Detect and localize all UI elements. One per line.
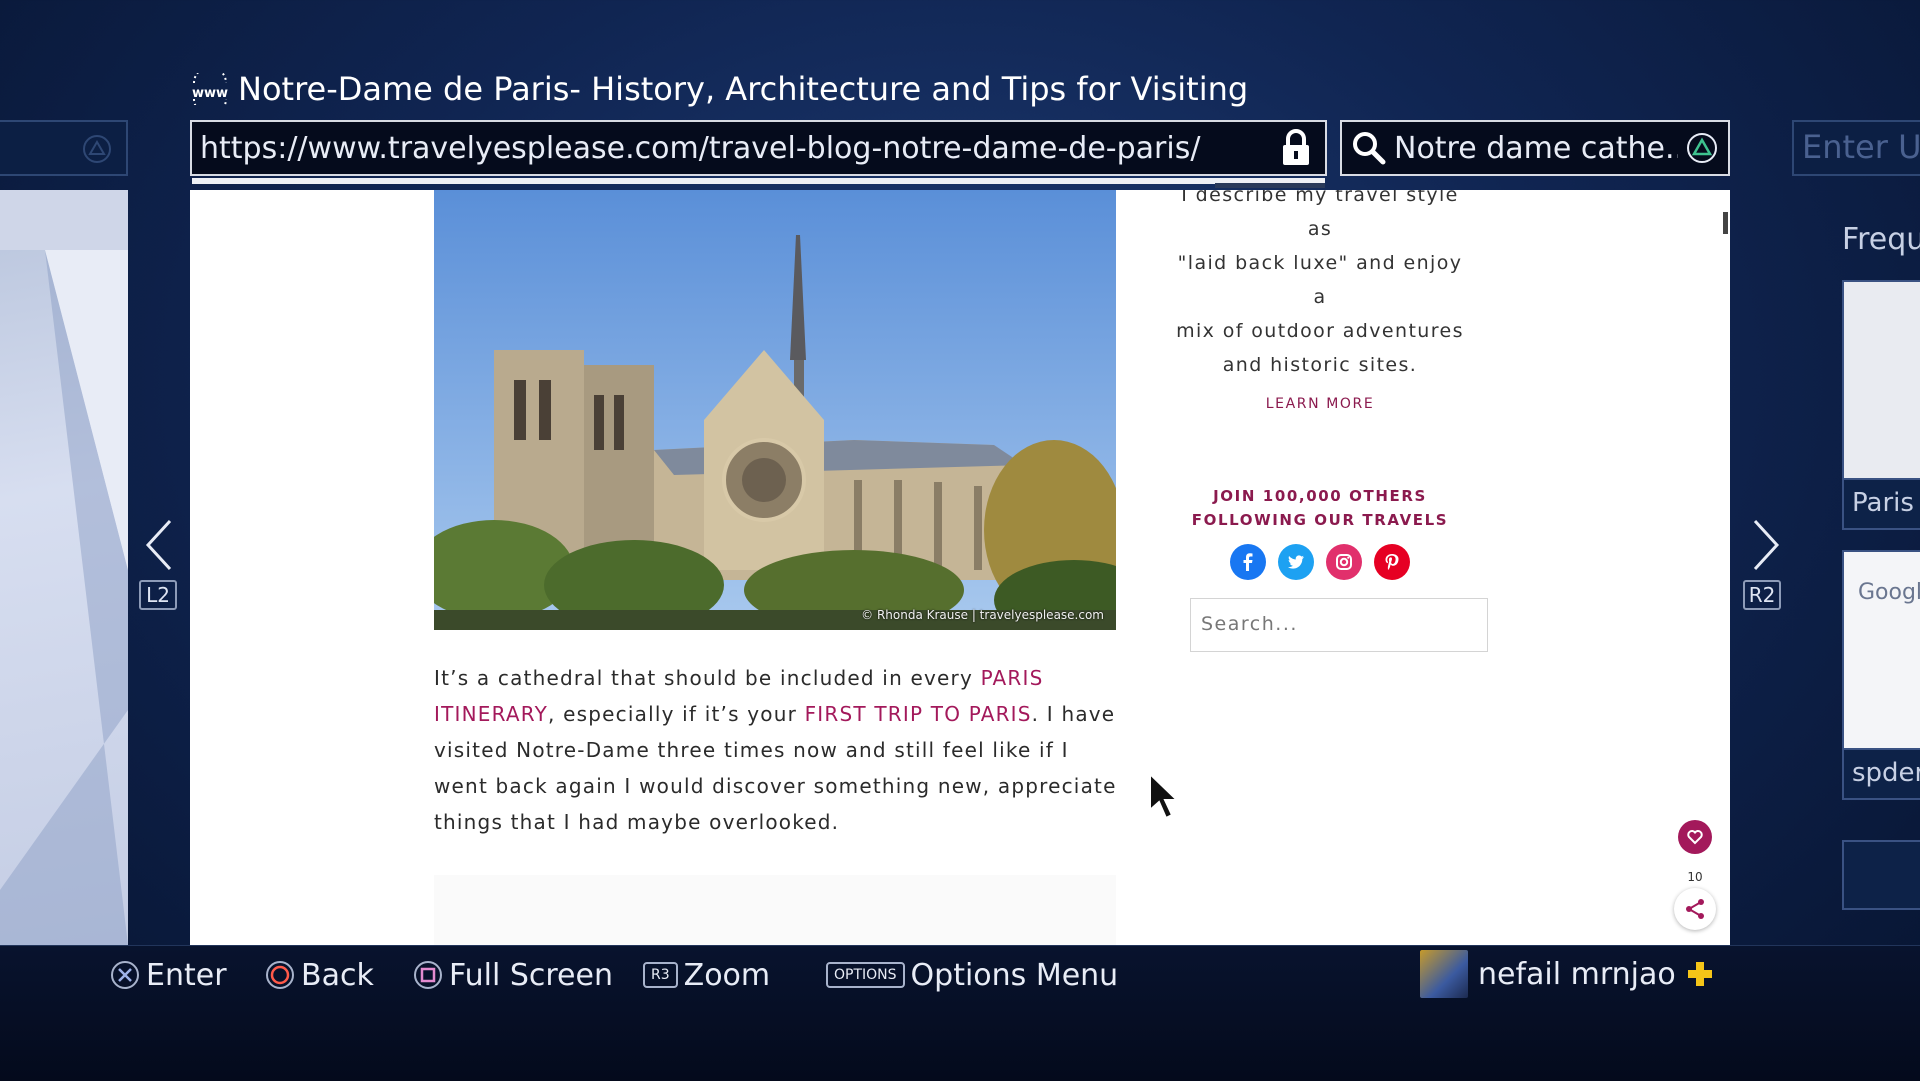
search-icon xyxy=(1353,132,1386,165)
previous-tab-preview[interactable] xyxy=(0,190,128,945)
user-profile: nefail mrnjao xyxy=(1420,950,1714,998)
vertical-scrollbar[interactable] xyxy=(1723,212,1728,234)
content-block-placeholder xyxy=(434,875,1116,945)
article-paragraph: It’s a cathedral that should be included… xyxy=(434,660,1124,840)
circle-button-icon xyxy=(266,961,294,989)
back-hint: Back xyxy=(265,955,374,995)
triangle-button-icon xyxy=(83,135,111,163)
share-button[interactable] xyxy=(1674,888,1716,930)
page-load-progress-fill xyxy=(192,178,1325,184)
frequent-site-thumbnail[interactable] xyxy=(1842,840,1920,910)
frequent-site-label: spder xyxy=(1842,748,1920,800)
lock-icon xyxy=(1283,129,1309,165)
learn-more-link[interactable]: LEARN MORE xyxy=(1170,396,1470,412)
about-line: I describe my travel style as xyxy=(1181,190,1459,240)
horizontal-scroll-indicator xyxy=(1215,183,1325,188)
notre-dame-photo: © Rhonda Krause | travelyesplease.com xyxy=(434,190,1116,630)
options-key-icon: OPTIONS xyxy=(826,962,905,988)
about-line: "laid back luxe" and enjoy a xyxy=(1177,252,1463,308)
svg-text:www: www xyxy=(192,86,228,101)
zoom-label: Zoom xyxy=(683,957,771,993)
triangle-button-icon xyxy=(1687,133,1717,163)
favorite-button[interactable] xyxy=(1678,820,1712,854)
full-screen-hint: Full Screen xyxy=(413,955,613,995)
instagram-icon[interactable] xyxy=(1326,544,1362,580)
image-credit: © Rhonda Krause | travelyesplease.com xyxy=(861,608,1104,622)
facebook-icon[interactable] xyxy=(1230,544,1266,580)
cross-button-icon xyxy=(111,961,139,989)
url-text[interactable]: https://www.travelyesplease.com/travel-b… xyxy=(192,131,1279,166)
join-line: FOLLOWING OUR TRAVELS xyxy=(1191,511,1449,529)
next-tab-chevron-icon[interactable] xyxy=(1745,515,1785,575)
www-globe-icon: www xyxy=(192,73,228,105)
web-page-viewport[interactable]: © Rhonda Krause | travelyesplease.com It… xyxy=(190,190,1730,945)
full-screen-label: Full Screen xyxy=(449,957,613,993)
enter-label: Enter xyxy=(146,957,227,993)
sidebar-search-input[interactable]: Search... xyxy=(1190,598,1488,652)
next-tab-address-bar[interactable]: Enter UR xyxy=(1792,120,1920,176)
r2-key-hint: R2 xyxy=(1743,580,1781,610)
first-trip-to-paris-link[interactable]: FIRST TRIP TO PARIS xyxy=(805,702,1032,726)
mouse-pointer-icon xyxy=(1149,772,1180,820)
share-icon xyxy=(1686,899,1704,919)
username: nefail mrnjao xyxy=(1478,956,1676,992)
previous-tab-chevron-icon[interactable] xyxy=(140,515,180,575)
join-heading: JOIN 100,000 OTHERS FOLLOWING OUR TRAVEL… xyxy=(1170,484,1470,532)
options-hint: OPTIONS Options Menu xyxy=(826,955,1118,995)
enter-hint: Enter xyxy=(110,955,227,995)
next-tab-url-placeholder: Enter UR xyxy=(1802,128,1920,166)
article-text-segment: , especially if it’s your xyxy=(548,702,805,726)
blog-sidebar: I describe my travel style as "laid back… xyxy=(1170,190,1470,580)
page-load-progress-bar xyxy=(192,178,1325,184)
social-links xyxy=(1170,544,1470,580)
back-label: Back xyxy=(301,957,374,993)
previous-tab-graphic xyxy=(0,190,128,945)
page-title-row: www Notre-Dame de Paris- History, Archit… xyxy=(190,68,1248,110)
cathedral-illustration xyxy=(434,190,1116,630)
article-text-segment: It’s a cathedral that should be included… xyxy=(434,666,981,690)
about-text: I describe my travel style as "laid back… xyxy=(1170,190,1470,382)
avatar xyxy=(1420,950,1468,998)
l2-key-hint: L2 xyxy=(139,580,177,610)
about-line: and historic sites. xyxy=(1222,354,1418,376)
frequent-site-label: Paris I xyxy=(1842,478,1920,530)
about-line: mix of outdoor adventures xyxy=(1176,320,1464,342)
twitter-icon[interactable] xyxy=(1278,544,1314,580)
join-line: JOIN 100,000 OTHERS xyxy=(1213,487,1427,505)
square-button-icon xyxy=(414,961,442,989)
web-search-bar[interactable]: Notre dame cathe... xyxy=(1340,120,1730,176)
next-tab-frequent-heading: Frequ xyxy=(1842,222,1920,257)
pinterest-icon[interactable] xyxy=(1374,544,1410,580)
share-count: 10 xyxy=(1687,870,1703,884)
heart-icon xyxy=(1687,830,1703,845)
ps-plus-icon xyxy=(1687,962,1712,986)
r3-key-icon: R3 xyxy=(643,962,678,988)
address-bar[interactable]: https://www.travelyesplease.com/travel-b… xyxy=(190,120,1327,176)
google-logo: Google xyxy=(1858,580,1920,605)
zoom-hint: R3 Zoom xyxy=(643,955,770,995)
search-query-text[interactable]: Notre dame cathe... xyxy=(1394,131,1678,166)
options-label: Options Menu xyxy=(910,957,1119,993)
previous-tab-address-bar[interactable] xyxy=(0,120,128,176)
page-title: Notre-Dame de Paris- History, Architectu… xyxy=(238,70,1249,108)
